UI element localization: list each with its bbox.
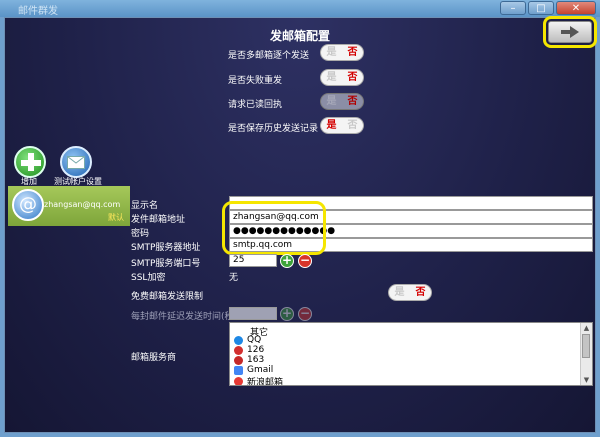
scroll-thumb[interactable] (582, 334, 590, 358)
test-account-button[interactable] (60, 146, 92, 178)
port-decrease-button[interactable]: − (298, 254, 312, 268)
free-limit-label: 免费邮箱发送限制 (131, 292, 204, 302)
delay-decrease-button[interactable]: − (298, 307, 312, 321)
close-button[interactable]: ✕ (556, 1, 596, 15)
provider-option[interactable]: 126 (234, 345, 264, 355)
gmail-icon (234, 365, 243, 375)
window-frame-right (596, 17, 600, 437)
delay-label: 每封邮件延迟发送时间(秒) (131, 312, 238, 322)
next-button[interactable] (543, 16, 597, 48)
provider-label: 邮箱服务商 (131, 353, 177, 363)
delay-input[interactable] (229, 307, 277, 320)
smtp-server-label: SMTP服务器地址 (131, 243, 201, 253)
toggle-yes: 是 (326, 96, 337, 107)
option-label-multi-send: 是否多邮箱逐个发送 (228, 51, 310, 61)
toggle-multi-send[interactable]: 是 否 (320, 44, 364, 61)
add-account-button[interactable] (14, 146, 46, 178)
window-frame-bottom (0, 433, 600, 437)
minimize-button[interactable]: – (500, 1, 526, 15)
window-controls: – □ ✕ (500, 1, 596, 15)
provider-option-label: 新浪邮箱 (247, 378, 284, 386)
window-title: 邮件群发 (18, 6, 58, 17)
sina-icon (234, 377, 243, 385)
smtp-port-input[interactable]: 25 (229, 254, 277, 267)
option-label-read-receipt: 请求已读回执 (228, 100, 283, 110)
password-label: 密码 (131, 229, 150, 239)
toggle-save-history[interactable]: 是 否 (320, 117, 364, 134)
qq-icon (234, 335, 243, 345)
arrow-right-icon (561, 26, 579, 38)
provider-option-label: 163 (247, 355, 265, 365)
ssl-value: 无 (229, 273, 239, 283)
display-name-label: 显示名 (131, 201, 159, 211)
smtp-port-label: SMTP服务端口号 (131, 259, 201, 269)
provider-scrollbar[interactable]: ▲ ▼ (580, 323, 592, 385)
at-sign-icon: @ (12, 189, 44, 221)
sender-email-label: 发件邮箱地址 (131, 215, 186, 225)
option-label-save-history: 是否保存历史发送记录 (228, 124, 319, 134)
toggle-no: 否 (347, 96, 358, 107)
account-list-item[interactable]: @ zhangsan@qq.com 默认 (8, 186, 130, 226)
plus-icon-bar (21, 160, 41, 166)
highlight-annotation (222, 201, 326, 255)
delay-increase-button[interactable]: + (280, 307, 294, 321)
126-icon (234, 345, 243, 355)
toggle-no: 否 (415, 287, 426, 298)
page-title: 发邮箱配置 (269, 29, 330, 43)
toggle-yes: 是 (326, 120, 337, 131)
toggle-yes: 是 (326, 72, 337, 83)
provider-listbox[interactable]: 其它 QQ 126 163 Gmail 新浪邮箱 ▲ ▼ (229, 322, 593, 386)
scroll-down-icon[interactable]: ▼ (581, 375, 592, 385)
163-icon (234, 355, 243, 365)
port-increase-button[interactable]: + (280, 254, 294, 268)
account-email: zhangsan@qq.com (44, 200, 121, 209)
provider-option-label: Gmail (247, 365, 274, 375)
provider-option-label: QQ (247, 335, 262, 345)
toggle-retry[interactable]: 是 否 (320, 69, 364, 86)
toggle-yes: 是 (394, 287, 405, 298)
ssl-label: SSL加密 (131, 273, 166, 283)
provider-option[interactable]: Gmail (234, 365, 273, 375)
provider-option-label: 126 (247, 345, 265, 355)
toggle-no: 否 (347, 120, 358, 131)
toggle-no: 否 (347, 72, 358, 83)
provider-option[interactable]: QQ (234, 335, 261, 345)
title-bar: 邮件群发 – □ ✕ (0, 0, 600, 17)
toggle-read-receipt[interactable]: 是 否 (320, 93, 364, 110)
account-default-badge: 默认 (108, 213, 124, 222)
toggle-no: 否 (347, 47, 358, 58)
option-label-retry: 是否失败重发 (228, 76, 283, 86)
scroll-up-icon[interactable]: ▲ (581, 323, 592, 333)
toggle-free-limit[interactable]: 是 否 (388, 284, 432, 301)
envelope-icon (67, 156, 85, 169)
provider-option[interactable]: 新浪邮箱 (234, 375, 284, 386)
provider-option[interactable]: 163 (234, 355, 264, 365)
maximize-button[interactable]: □ (528, 1, 554, 15)
toggle-yes: 是 (326, 47, 337, 58)
